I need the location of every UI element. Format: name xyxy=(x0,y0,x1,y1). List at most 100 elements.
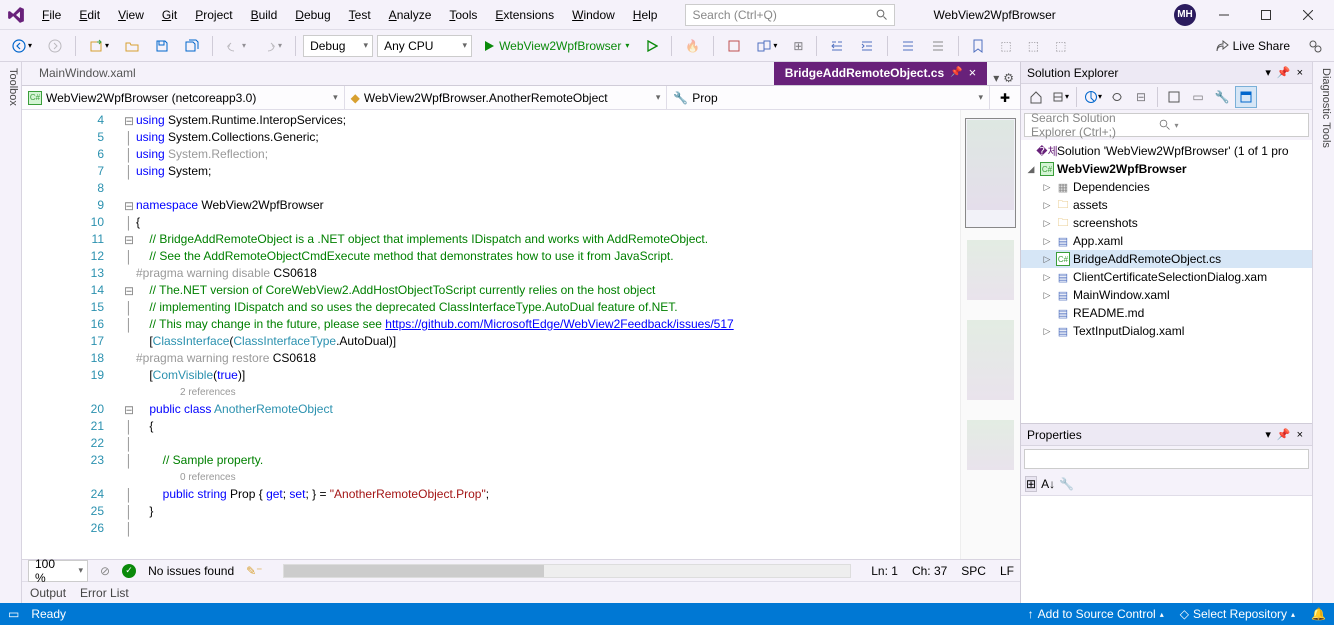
solution-search-input[interactable]: Search Solution Explorer (Ctrl+;) ▾ xyxy=(1024,113,1309,137)
add-source-control-button[interactable]: ↑Add to Source Control▴ xyxy=(1028,607,1164,621)
open-button[interactable] xyxy=(119,35,145,57)
eol-indicator[interactable]: LF xyxy=(1000,564,1014,578)
tree-item-assets[interactable]: ▷🗀assets xyxy=(1021,196,1312,214)
properties-grid[interactable] xyxy=(1021,496,1312,603)
sol-show-all-button[interactable] xyxy=(1163,86,1185,108)
minimap[interactable] xyxy=(960,110,1020,559)
bottom-tab-error-list[interactable]: Error List xyxy=(80,586,129,600)
zoom-combo[interactable]: 100 % xyxy=(28,560,88,582)
indent-indicator[interactable]: SPC xyxy=(961,564,986,578)
menu-view[interactable]: View xyxy=(110,4,152,26)
indent-button[interactable] xyxy=(854,35,880,57)
sol-collapse-all-button[interactable]: ▭ xyxy=(1187,86,1209,108)
close-button[interactable] xyxy=(1288,1,1328,29)
nav-back-button[interactable]: ▾ xyxy=(6,35,38,57)
prev-bookmark-button[interactable]: ⬚ xyxy=(994,35,1017,57)
toolbox-tab[interactable]: Toolbox xyxy=(0,62,22,603)
start-without-debugging-button[interactable] xyxy=(640,36,664,56)
tree-item-app-xaml[interactable]: ▷▤App.xaml xyxy=(1021,232,1312,250)
issues-label[interactable]: No issues found xyxy=(148,564,234,578)
tree-item-clientcertificateselectiondialog-xam[interactable]: ▷▤ClientCertificateSelectionDialog.xam xyxy=(1021,268,1312,286)
diagnostic-tools-tab[interactable]: Diagnostic Tools xyxy=(1312,62,1334,603)
output-window-icon[interactable]: ▭ xyxy=(8,607,19,621)
maximize-button[interactable] xyxy=(1246,1,1286,29)
feedback-button[interactable] xyxy=(1302,35,1328,57)
codelens[interactable]: 0 references xyxy=(136,469,960,486)
line-indicator[interactable]: Ln: 1 xyxy=(871,564,898,578)
nav-scope-combo[interactable]: C# WebView2WpfBrowser (netcoreapp3.0) xyxy=(22,86,345,109)
undo-button[interactable]: ▾ xyxy=(220,35,252,57)
user-avatar[interactable]: MH xyxy=(1174,4,1196,26)
tree-item-screenshots[interactable]: ▷🗀screenshots xyxy=(1021,214,1312,232)
panel-close-button[interactable]: × xyxy=(1294,429,1306,441)
categorized-button[interactable]: ⊞ xyxy=(1025,476,1037,492)
tb-icon-2[interactable]: ▾ xyxy=(751,35,783,57)
tab-mainwindow[interactable]: MainWindow.xaml xyxy=(28,62,147,85)
screwdriver-icon[interactable]: ✎⁻ xyxy=(246,564,262,578)
nav-forward-button[interactable] xyxy=(42,35,68,57)
menu-debug[interactable]: Debug xyxy=(287,4,338,26)
live-share-button[interactable]: Live Share xyxy=(1207,36,1298,56)
start-debugging-button[interactable]: WebView2WpfBrowser ▾ xyxy=(476,35,636,57)
menu-build[interactable]: Build xyxy=(243,4,286,26)
tab-settings-icon[interactable]: ⚙ xyxy=(1003,71,1014,85)
comment-button[interactable] xyxy=(895,35,921,57)
tree-item-textinputdialog-xaml[interactable]: ▷▤TextInputDialog.xaml xyxy=(1021,322,1312,340)
select-repository-button[interactable]: ◇Select Repository▴ xyxy=(1180,607,1295,621)
tree-item-dependencies[interactable]: ▷▦Dependencies xyxy=(1021,178,1312,196)
hot-reload-button[interactable]: 🔥 xyxy=(679,35,706,57)
menu-file[interactable]: File xyxy=(34,4,69,26)
notifications-icon[interactable]: 🔔 xyxy=(1311,607,1326,621)
minimize-button[interactable] xyxy=(1204,1,1244,29)
panel-pin-button[interactable]: 📌 xyxy=(1274,66,1294,79)
tb-icon-3[interactable]: ⊞ xyxy=(787,35,809,57)
code-editor[interactable]: 4567891011121314151617181920212223242526… xyxy=(22,110,1020,559)
sol-sync-button[interactable] xyxy=(1106,86,1128,108)
menu-test[interactable]: Test xyxy=(341,4,379,26)
prop-wrench-button[interactable]: 🔧 xyxy=(1059,477,1074,491)
split-editor-button[interactable]: ✚ xyxy=(990,86,1020,109)
tab-overflow-button[interactable]: ▾ xyxy=(993,71,999,85)
panel-pin-button[interactable]: 📌 xyxy=(1274,428,1294,441)
menu-window[interactable]: Window xyxy=(564,4,623,26)
tab-bridgeaddremoteobject[interactable]: BridgeAddRemoteObject.cs 📌 × xyxy=(774,62,987,85)
menu-extensions[interactable]: Extensions xyxy=(487,4,562,26)
new-item-button[interactable]: ▾ xyxy=(83,35,115,57)
next-bookmark-button[interactable]: ⬚ xyxy=(1022,35,1045,57)
sol-properties-button[interactable]: 🔧 xyxy=(1211,86,1233,108)
clear-bookmarks-button[interactable]: ⬚ xyxy=(1049,35,1072,57)
pin-icon[interactable]: 📌 xyxy=(950,67,962,78)
char-indicator[interactable]: Ch: 37 xyxy=(912,564,947,578)
alphabetical-button[interactable]: A↓ xyxy=(1041,477,1055,491)
error-indicator-icon[interactable]: ⊘ xyxy=(100,564,110,578)
sol-pending-changes-button[interactable]: ▾ xyxy=(1082,86,1104,108)
global-search-input[interactable]: Search (Ctrl+Q) xyxy=(685,4,895,26)
panel-dropdown-button[interactable]: ▾ xyxy=(1262,66,1274,79)
save-all-button[interactable] xyxy=(179,35,205,57)
menu-analyze[interactable]: Analyze xyxy=(381,4,440,26)
sol-filter-button[interactable]: ⊟ xyxy=(1130,86,1152,108)
config-combo[interactable]: Debug xyxy=(303,35,373,57)
menu-git[interactable]: Git xyxy=(154,4,185,26)
tree-item-mainwindow-xaml[interactable]: ▷▤MainWindow.xaml xyxy=(1021,286,1312,304)
panel-dropdown-button[interactable]: ▾ xyxy=(1262,428,1274,441)
sol-preview-button[interactable] xyxy=(1235,86,1257,108)
panel-close-button[interactable]: × xyxy=(1294,67,1306,79)
platform-combo[interactable]: Any CPU xyxy=(377,35,472,57)
tree-item-solution-webview2wpfbrowser-1-of-1-pro[interactable]: �체Solution 'WebView2WpfBrowser' (1 of 1 … xyxy=(1021,142,1312,160)
nav-member-combo[interactable]: 🔧 Prop xyxy=(667,86,990,109)
bottom-tab-output[interactable]: Output xyxy=(30,586,66,600)
solution-tree[interactable]: �체Solution 'WebView2WpfBrowser' (1 of 1 … xyxy=(1021,140,1312,423)
menu-edit[interactable]: Edit xyxy=(71,4,108,26)
bookmark-button[interactable] xyxy=(966,35,990,57)
uncomment-button[interactable] xyxy=(925,35,951,57)
tree-item-bridgeaddremoteobject-cs[interactable]: ▷C#BridgeAddRemoteObject.cs xyxy=(1021,250,1312,268)
sol-switch-views-button[interactable]: ▾ xyxy=(1049,86,1071,108)
tb-icon-1[interactable] xyxy=(721,35,747,57)
close-tab-icon[interactable]: × xyxy=(969,65,977,80)
properties-object-combo[interactable] xyxy=(1024,449,1309,469)
tree-item-readme-md[interactable]: ▤README.md xyxy=(1021,304,1312,322)
menu-help[interactable]: Help xyxy=(625,4,666,26)
save-button[interactable] xyxy=(149,35,175,57)
outdent-button[interactable] xyxy=(824,35,850,57)
